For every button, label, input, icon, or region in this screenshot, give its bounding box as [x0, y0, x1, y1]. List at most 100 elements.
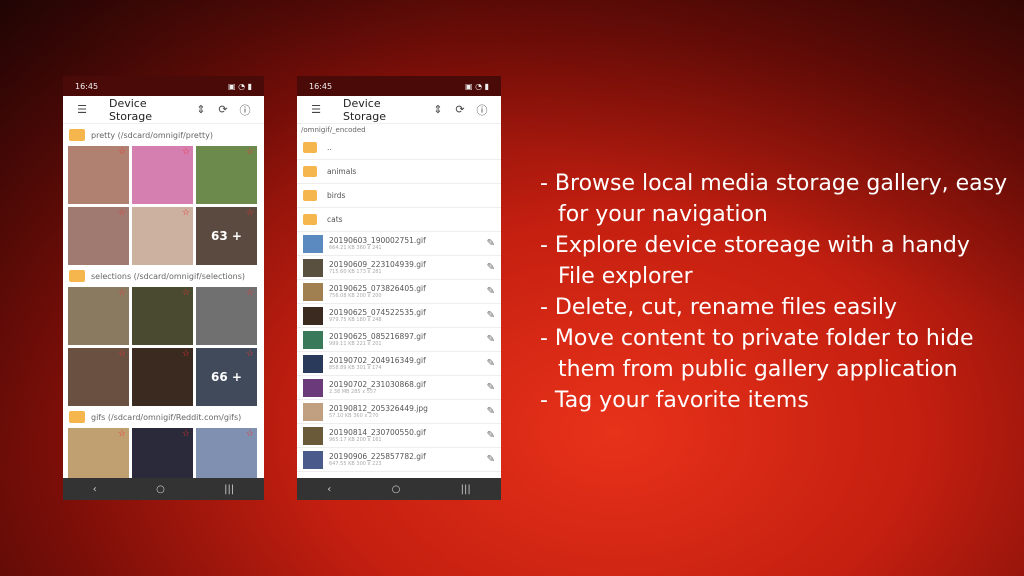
- section-header[interactable]: gifs (/sdcard/omnigif/Reddit.com/gifs): [63, 406, 264, 428]
- media-thumbnail[interactable]: ☆: [132, 146, 193, 204]
- media-thumbnail[interactable]: ☆: [68, 287, 129, 345]
- file-row[interactable]: 20190812_205326449.jpg 57.10 KB 360 x 270…: [297, 400, 501, 424]
- collapse-icon[interactable]: ⇕: [427, 103, 449, 116]
- media-thumbnail[interactable]: 63 + ☆: [196, 207, 257, 265]
- feature-line: - Browse local media storage gallery, ea…: [540, 171, 1008, 196]
- feature-line: for your navigation: [558, 202, 768, 227]
- media-thumbnail[interactable]: ☆: [196, 287, 257, 345]
- back-icon[interactable]: ‹: [327, 484, 331, 495]
- file-meta: 756.08 KB 200 x 200: [329, 293, 382, 299]
- folder-row[interactable]: birds: [297, 184, 501, 208]
- folder-row[interactable]: animals: [297, 160, 501, 184]
- home-icon[interactable]: ○: [156, 484, 165, 495]
- nav-bar: ‹ ○ |||: [297, 478, 501, 500]
- edit-icon[interactable]: ✎: [487, 334, 495, 345]
- folder-name: birds: [327, 191, 346, 200]
- refresh-icon[interactable]: ⟳: [449, 103, 471, 116]
- star-icon[interactable]: ☆: [118, 208, 126, 218]
- edit-icon[interactable]: ✎: [487, 286, 495, 297]
- back-icon[interactable]: ‹: [93, 484, 97, 495]
- section-header[interactable]: selections (/sdcard/omnigif/selections): [63, 265, 264, 287]
- app-title: Device Storage: [343, 96, 387, 123]
- file-row[interactable]: 20190603_190002751.gif 664.21 KB 360 x 24…: [297, 232, 501, 256]
- info-icon[interactable]: ⓘ: [234, 102, 256, 118]
- file-meta: 858.89 KB 301 x 174: [329, 365, 382, 371]
- home-icon[interactable]: ○: [392, 484, 401, 495]
- media-thumbnail[interactable]: ☆: [196, 146, 257, 204]
- file-name: 20190906_225857782.gif: [329, 452, 426, 461]
- star-icon[interactable]: ☆: [182, 208, 190, 218]
- file-thumbnail: [303, 330, 323, 349]
- info-icon[interactable]: ⓘ: [471, 102, 493, 118]
- file-name: 20190702_231030868.gif: [329, 380, 426, 389]
- edit-icon[interactable]: ✎: [487, 382, 495, 393]
- status-time: 16:45: [309, 81, 333, 91]
- folder-name: animals: [327, 167, 357, 176]
- edit-icon[interactable]: ✎: [487, 406, 495, 417]
- media-thumbnail[interactable]: ☆: [132, 287, 193, 345]
- feature-line: - Tag your favorite items: [540, 388, 809, 413]
- media-thumbnail[interactable]: ☆: [68, 207, 129, 265]
- file-row[interactable]: 20190625_074522535.gif 979.75 KB 180 x 24…: [297, 304, 501, 328]
- file-thumbnail: [303, 354, 323, 373]
- phone-explorer-screen: 16:45 ▣ ◔ ▮ ☰ Device Storage ⇕ ⟳ ⓘ /omnig…: [297, 76, 501, 500]
- menu-icon[interactable]: ☰: [71, 103, 93, 116]
- star-icon[interactable]: ☆: [182, 349, 190, 359]
- section-header[interactable]: pretty (/sdcard/omnigif/pretty): [63, 124, 264, 146]
- file-row[interactable]: 20190702_231030868.gif 2.38 MB 285 x 557 ✎: [297, 376, 501, 400]
- folder-icon: [303, 190, 317, 201]
- feature-list: - Browse local media storage gallery, ea…: [540, 168, 1007, 416]
- media-thumbnail[interactable]: 66 + ☆: [196, 348, 257, 406]
- star-icon[interactable]: ☆: [118, 349, 126, 359]
- media-thumbnail[interactable]: ☆: [132, 348, 193, 406]
- edit-icon[interactable]: ✎: [487, 238, 495, 249]
- edit-icon[interactable]: ✎: [487, 310, 495, 321]
- refresh-icon[interactable]: ⟳: [212, 103, 234, 116]
- feature-line: File explorer: [558, 264, 693, 289]
- star-icon[interactable]: ☆: [118, 288, 126, 298]
- star-icon[interactable]: ☆: [246, 429, 254, 439]
- star-icon[interactable]: ☆: [182, 429, 190, 439]
- status-bar: 16:45 ▣ ◔ ▮: [297, 76, 501, 96]
- edit-icon[interactable]: ✎: [487, 262, 495, 273]
- star-icon[interactable]: ☆: [118, 147, 126, 157]
- star-icon[interactable]: ☆: [182, 147, 190, 157]
- recents-icon[interactable]: |||: [461, 484, 471, 495]
- file-name: 20190812_205326449.jpg: [329, 404, 428, 413]
- file-row[interactable]: 20190609_223104939.gif 715.60 KB 173 x 28…: [297, 256, 501, 280]
- section-label: gifs (/sdcard/omnigif/Reddit.com/gifs): [91, 412, 242, 422]
- file-name: 20190603_190002751.gif: [329, 236, 426, 245]
- file-row[interactable]: 20190906_225857782.gif 647.55 KB 300 x 22…: [297, 448, 501, 472]
- file-thumbnail: [303, 258, 323, 277]
- star-icon[interactable]: ☆: [246, 288, 254, 298]
- collapse-icon[interactable]: ⇕: [190, 103, 212, 116]
- file-meta: 664.21 KB 360 x 241: [329, 245, 382, 251]
- star-icon[interactable]: ☆: [118, 429, 126, 439]
- media-thumbnail[interactable]: ☆: [68, 348, 129, 406]
- file-row[interactable]: 20190625_085216897.gif 999.11 KB 221 x 20…: [297, 328, 501, 352]
- file-row[interactable]: 20190814_230700550.gif 965.17 KB 200 x 16…: [297, 424, 501, 448]
- file-name: 20190625_074522535.gif: [329, 308, 426, 317]
- star-icon[interactable]: ☆: [246, 147, 254, 157]
- star-icon[interactable]: ☆: [182, 288, 190, 298]
- edit-icon[interactable]: ✎: [487, 430, 495, 441]
- file-name: 20190609_223104939.gif: [329, 260, 426, 269]
- file-thumbnail: [303, 234, 323, 253]
- edit-icon[interactable]: ✎: [487, 454, 495, 465]
- recents-icon[interactable]: |||: [224, 484, 234, 495]
- media-thumbnail[interactable]: ☆: [132, 207, 193, 265]
- folder-row[interactable]: cats: [297, 208, 501, 232]
- folder-row[interactable]: ..: [297, 136, 501, 160]
- feature-line: - Delete, cut, rename files easily: [540, 295, 898, 320]
- file-row[interactable]: 20190625_073826405.gif 756.08 KB 200 x 20…: [297, 280, 501, 304]
- menu-icon[interactable]: ☰: [305, 103, 327, 116]
- star-icon[interactable]: ☆: [246, 208, 254, 218]
- nav-bar: ‹ ○ |||: [63, 478, 264, 500]
- file-row[interactable]: 20190702_204916349.gif 858.89 KB 301 x 17…: [297, 352, 501, 376]
- folder-icon: [69, 270, 85, 282]
- feature-line: - Explore device storeage with a handy: [540, 233, 970, 258]
- edit-icon[interactable]: ✎: [487, 358, 495, 369]
- file-meta: 965.17 KB 200 x 161: [329, 437, 382, 443]
- star-icon[interactable]: ☆: [246, 349, 254, 359]
- media-thumbnail[interactable]: ☆: [68, 146, 129, 204]
